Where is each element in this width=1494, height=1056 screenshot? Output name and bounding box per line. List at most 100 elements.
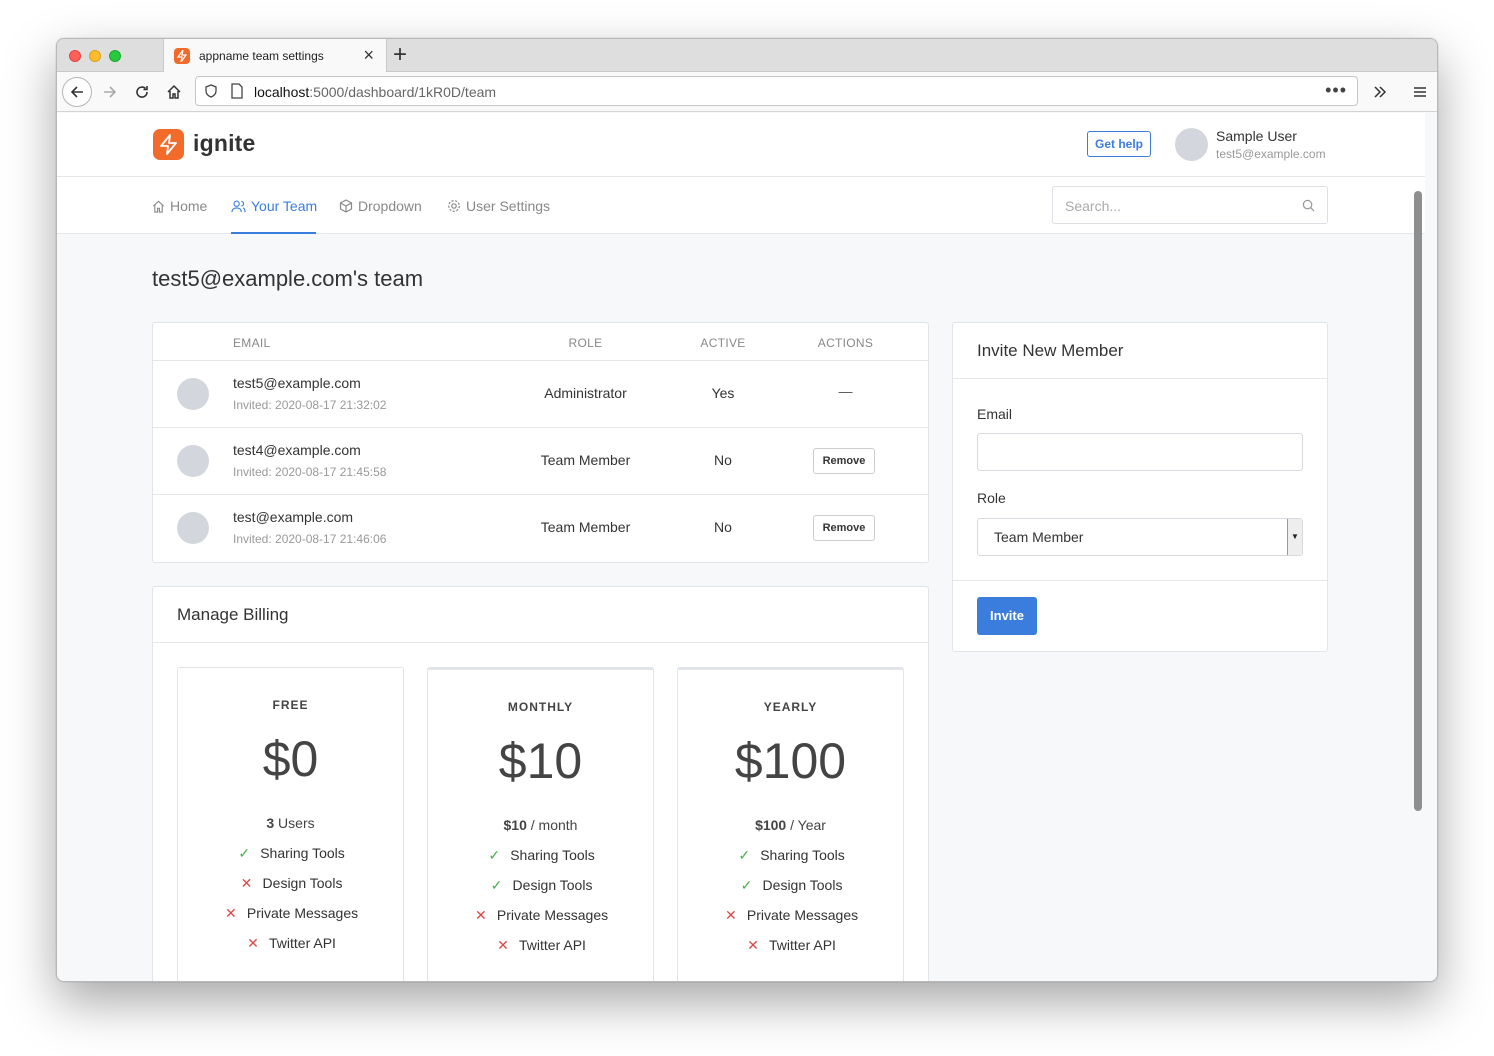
invite-button[interactable]: Invite — [977, 597, 1037, 635]
member-role: Team Member — [540, 519, 631, 535]
plan-feature-label: Twitter API — [519, 937, 586, 953]
member-invited: Invited: 2020-08-17 21:45:58 — [233, 465, 387, 479]
nav-item-dropdown[interactable]: Dropdown — [339, 197, 422, 215]
remove-member-button[interactable]: Remove — [813, 448, 875, 474]
plan-card-free[interactable]: FREE $0 3 Users ✓ Sharing Tools ✕ Design Tools… — [177, 667, 404, 981]
back-icon[interactable] — [62, 77, 92, 107]
member-action-none: — — [838, 383, 853, 399]
column-header-actions: ACTIONS — [817, 336, 874, 350]
plan-price: $100 — [734, 733, 847, 789]
cross-icon: ✕ — [247, 935, 259, 951]
nav-item-home[interactable]: Home — [152, 197, 207, 215]
plan-subtitle-unit: / month — [526, 817, 578, 833]
browser-tab[interactable]: appname team settings × — [163, 39, 387, 73]
cross-icon: ✕ — [224, 905, 237, 921]
role-select[interactable]: Team Member ▼ — [977, 518, 1303, 556]
close-window-button[interactable] — [69, 50, 81, 62]
email-field[interactable] — [977, 433, 1303, 471]
browser-window: appname team settings × + localhost:5000… — [56, 38, 1438, 982]
check-icon: ✓ — [238, 845, 251, 861]
search-icon[interactable] — [1302, 199, 1315, 212]
plan-feature: ✓ Sharing Tools — [178, 845, 403, 862]
plan-subtitle: 3 Users — [178, 815, 403, 831]
check-icon: ✓ — [490, 877, 503, 893]
plan-subtitle-value: $100 — [755, 817, 787, 833]
forward-icon[interactable] — [95, 77, 125, 107]
plan-feature: ✕ Private Messages — [428, 907, 653, 924]
home-icon[interactable] — [159, 77, 189, 107]
minimize-window-button[interactable] — [89, 50, 101, 62]
cross-icon: ✕ — [724, 907, 737, 923]
url-host: localhost — [254, 84, 310, 100]
plan-feature: ✕ Design Tools — [178, 875, 403, 892]
page-actions-icon[interactable]: ••• — [1325, 80, 1347, 101]
cross-icon: ✕ — [497, 937, 509, 953]
user-name[interactable]: Sample User — [1216, 128, 1297, 144]
email-label: Email — [977, 406, 1013, 422]
app-header: ignite Get help Sample User test5@exampl… — [57, 113, 1425, 177]
gear-icon — [448, 200, 460, 212]
page-content: ignite Get help Sample User test5@exampl… — [57, 113, 1425, 981]
plan-subtitle-value: 3 — [266, 815, 275, 831]
overflow-chevron-icon[interactable] — [1365, 77, 1395, 107]
plan-feature-label: Sharing Tools — [760, 847, 845, 863]
plan-feature: ✓ Sharing Tools — [678, 847, 903, 864]
avatar — [177, 445, 209, 477]
plan-feature-label: Design Tools — [262, 875, 343, 891]
table-row: test@example.com Invited: 2020-08-17 21:… — [153, 494, 928, 561]
user-email: test5@example.com — [1216, 147, 1326, 161]
member-email: test5@example.com — [233, 375, 361, 391]
column-header-role: ROLE — [568, 336, 603, 350]
avatar — [177, 512, 209, 544]
billing-card: Manage Billing FREE $0 3 Users ✓ Sharing Too… — [152, 586, 929, 981]
box-icon — [339, 199, 353, 213]
search-input[interactable]: Search... — [1052, 186, 1328, 224]
plan-price: $0 — [262, 731, 319, 787]
active-tab-indicator — [231, 232, 316, 234]
plan-feature: ✕ Twitter API — [178, 935, 403, 952]
member-role: Team Member — [540, 452, 631, 468]
member-role: Administrator — [544, 385, 627, 401]
nav-item-user-settings[interactable]: User Settings — [447, 197, 550, 215]
nav-item-your-team[interactable]: Your Team — [231, 197, 317, 215]
reload-icon[interactable] — [127, 77, 157, 107]
plan-feature: ✓ Design Tools — [428, 877, 653, 894]
app-favicon-icon — [174, 48, 190, 64]
plan-feature: ✕ Twitter API — [428, 937, 653, 954]
user-avatar[interactable] — [1175, 128, 1208, 161]
scrollbar[interactable] — [1414, 191, 1422, 811]
shield-icon[interactable] — [204, 84, 218, 103]
check-icon: ✓ — [740, 877, 753, 893]
menu-icon[interactable] — [1405, 77, 1435, 107]
plan-feature-label: Design Tools — [512, 877, 593, 893]
new-tab-icon[interactable]: + — [393, 41, 407, 69]
invite-card: Invite New Member Email Role Team Member… — [952, 322, 1328, 652]
main-nav: Home Your Team Dropdown User Settings Se… — [57, 177, 1425, 234]
plan-card-monthly[interactable]: MONTHLY $10 $10 / month ✓ Sharing Tools ✓ Desi… — [427, 667, 654, 981]
plan-subtitle: $100 / Year — [678, 817, 903, 833]
member-invited: Invited: 2020-08-17 21:46:06 — [233, 532, 387, 546]
zoom-window-button[interactable] — [109, 50, 121, 62]
logo-bolt-icon[interactable] — [153, 129, 184, 160]
plan-feature-label: Private Messages — [746, 907, 859, 923]
plan-card-yearly[interactable]: YEARLY $100 $100 / Year ✓ Sharing Tools ✓ Desi… — [677, 667, 904, 981]
plan-feature: ✓ Sharing Tools — [428, 847, 653, 864]
nav-label-dropdown: Dropdown — [358, 198, 422, 214]
remove-member-button[interactable]: Remove — [813, 515, 875, 541]
get-help-button[interactable]: Get help — [1087, 131, 1151, 157]
member-active: No — [714, 452, 732, 468]
home-icon — [153, 200, 164, 213]
select-arrow-icon[interactable]: ▼ — [1287, 519, 1302, 555]
member-email: test4@example.com — [233, 442, 361, 458]
plan-name: YEARLY — [763, 700, 818, 714]
address-bar[interactable]: localhost:5000/dashboard/1kR0D/team ••• — [195, 76, 1358, 106]
plan-feature-label: Twitter API — [269, 935, 336, 951]
tab-title: appname team settings — [199, 49, 324, 63]
plan-subtitle-unit: / Year — [786, 817, 826, 833]
nav-label-user-settings: User Settings — [466, 198, 551, 214]
plan-name: FREE — [272, 698, 309, 712]
plan-name: MONTHLY — [507, 700, 574, 714]
tab-close-icon[interactable]: × — [363, 45, 374, 65]
plan-feature: ✕ Private Messages — [678, 907, 903, 924]
logo-text[interactable]: ignite — [193, 130, 256, 157]
